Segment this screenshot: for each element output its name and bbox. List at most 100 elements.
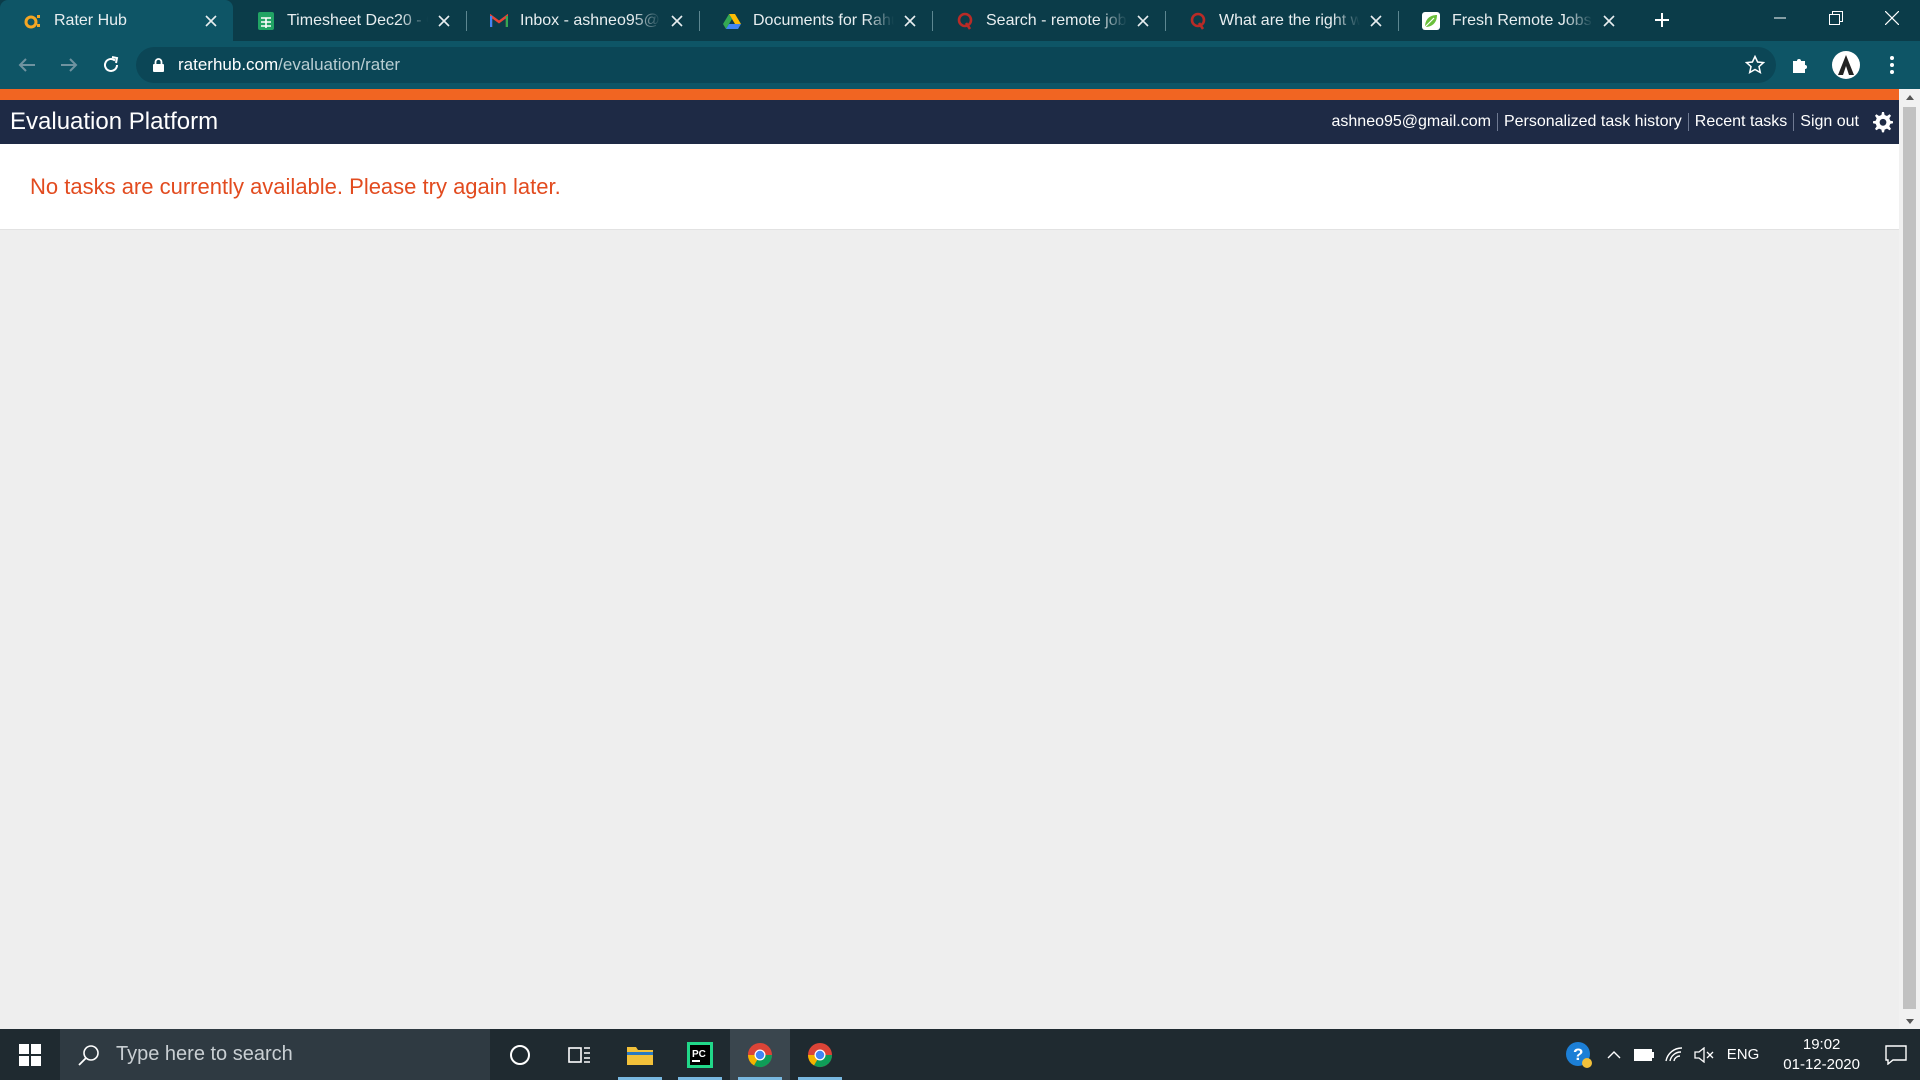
sign-out-link[interactable]: Sign out	[1794, 113, 1865, 131]
search-icon	[76, 1042, 102, 1068]
url-path: /evaluation/rater	[278, 55, 401, 74]
tab-title: What are the right way	[1219, 11, 1360, 29]
taskbar-search[interactable]: Type here to search	[60, 1029, 490, 1080]
start-button[interactable]	[0, 1029, 60, 1080]
tab-title: Timesheet Dec20 - Google Sheets	[287, 11, 428, 29]
window-controls	[1752, 0, 1920, 36]
gear-icon[interactable]	[1869, 109, 1895, 135]
close-icon[interactable]	[1133, 11, 1153, 31]
cortana-circle-icon	[510, 1044, 530, 1065]
browser-toolbar: raterhub.com/evaluation/rater	[0, 41, 1920, 89]
close-icon[interactable]	[1599, 11, 1619, 31]
new-tab-button[interactable]	[1645, 3, 1679, 37]
wifi-icon[interactable]	[1659, 1029, 1689, 1080]
chrome-icon	[808, 1042, 832, 1067]
windows-taskbar: Type here to search PC ? ENG 19:02 01-12…	[0, 1029, 1920, 1080]
task-view-icon	[568, 1046, 590, 1063]
volume-muted-icon[interactable]	[1689, 1029, 1719, 1080]
forward-arrow-icon	[61, 58, 78, 72]
tab-title: Rater Hub	[54, 11, 127, 29]
clock-time: 19:02	[1802, 1035, 1841, 1053]
restore-icon	[1829, 11, 1843, 25]
close-icon	[1885, 11, 1899, 25]
close-icon[interactable]	[667, 11, 687, 31]
tab-timesheet[interactable]: Timesheet Dec20 - Google Sheets	[233, 0, 466, 41]
browser-menu-kebab-icon[interactable]	[1874, 47, 1910, 83]
file-explorer-app[interactable]	[610, 1029, 670, 1080]
close-icon[interactable]	[1366, 11, 1386, 31]
tab-title: Fresh Remote Jobs Any	[1452, 11, 1593, 29]
profile-button[interactable]	[1828, 47, 1864, 83]
no-tasks-message: No tasks are currently available. Please…	[30, 174, 561, 199]
leaf-icon	[1422, 11, 1440, 30]
close-window-button[interactable]	[1864, 0, 1920, 36]
browser-tabstrip: Rater Hub Timesheet Dec20 - Google Sheet…	[0, 0, 1920, 41]
tab-gmail[interactable]: Inbox - ashneo95@gmail.com	[466, 0, 699, 41]
restore-button[interactable]	[1808, 0, 1864, 36]
google-sheets-icon	[257, 11, 275, 30]
page-scrollbar[interactable]	[1899, 89, 1920, 1029]
tab-search-remote-jobs[interactable]: Search - remote jobs in	[932, 0, 1165, 41]
close-icon[interactable]	[201, 11, 221, 31]
user-email-link[interactable]: ashneo95@gmail.com	[1326, 113, 1497, 131]
scroll-down-icon[interactable]	[1899, 1013, 1920, 1029]
bookmark-star-icon[interactable]	[1744, 54, 1766, 76]
windows-logo-icon	[19, 1043, 41, 1066]
avatar	[1832, 51, 1860, 79]
tab-fresh-remote-jobs[interactable]: Fresh Remote Jobs Any	[1398, 0, 1631, 41]
forward-button[interactable]	[52, 48, 86, 82]
clock[interactable]: 19:02 01-12-2020	[1771, 1035, 1872, 1075]
tab-title: Inbox - ashneo95@gmail.com	[520, 11, 661, 29]
plus-icon	[1655, 13, 1669, 27]
minimize-icon	[1774, 17, 1786, 19]
tab-right-way[interactable]: What are the right way	[1165, 0, 1398, 41]
pycharm-app[interactable]: PC	[670, 1029, 730, 1080]
notice-panel: No tasks are currently available. Please…	[0, 144, 1899, 230]
page-title: Evaluation Platform	[10, 108, 219, 135]
web-page: Evaluation Platform ashneo95@gmail.com P…	[0, 89, 1899, 1029]
show-hidden-icons-chevron-icon[interactable]	[1599, 1029, 1629, 1080]
chrome-app-second[interactable]	[790, 1029, 850, 1080]
close-icon[interactable]	[900, 11, 920, 31]
minimize-button[interactable]	[1752, 0, 1808, 36]
file-explorer-folder-icon	[627, 1046, 653, 1065]
cortana-button[interactable]	[490, 1029, 550, 1080]
pycharm-icon: PC	[687, 1041, 713, 1068]
scroll-up-icon[interactable]	[1899, 89, 1920, 105]
reload-button[interactable]	[94, 48, 128, 82]
svg-text:PC: PC	[692, 1049, 706, 1060]
address-bar[interactable]: raterhub.com/evaluation/rater	[136, 47, 1776, 83]
recent-tasks-link[interactable]: Recent tasks	[1689, 113, 1793, 131]
app-header: Evaluation Platform ashneo95@gmail.com P…	[0, 100, 1899, 144]
help-question-icon[interactable]: ?	[1559, 1029, 1599, 1080]
action-center-button[interactable]	[1872, 1029, 1920, 1080]
chrome-icon	[748, 1042, 772, 1067]
reload-icon	[104, 56, 119, 72]
tab-title: Search - remote jobs in	[986, 11, 1127, 29]
close-icon[interactable]	[434, 11, 454, 31]
tab-documents[interactable]: Documents for Rahul C	[699, 0, 932, 41]
search-placeholder: Type here to search	[116, 1043, 293, 1065]
url-text: raterhub.com/evaluation/rater	[178, 55, 400, 75]
quora-icon	[956, 12, 974, 30]
task-history-link[interactable]: Personalized task history	[1498, 113, 1688, 131]
extensions-puzzle-icon[interactable]	[1782, 47, 1818, 83]
battery-icon[interactable]	[1629, 1029, 1659, 1080]
chrome-app-active[interactable]	[730, 1029, 790, 1080]
header-nav: ashneo95@gmail.com Personalized task his…	[1326, 109, 1900, 135]
language-indicator[interactable]: ENG	[1719, 1046, 1772, 1063]
raterhub-favicon-icon	[24, 12, 42, 30]
task-view-button[interactable]	[550, 1029, 610, 1080]
tab-rater-hub[interactable]: Rater Hub	[0, 0, 233, 41]
toolbar-right	[1782, 47, 1910, 83]
back-arrow-icon	[18, 58, 35, 72]
quora-icon	[1189, 12, 1207, 30]
back-button[interactable]	[10, 48, 44, 82]
svg-text:?: ?	[1573, 1045, 1583, 1064]
url-host: raterhub.com	[178, 55, 279, 74]
notification-icon	[1885, 1044, 1907, 1065]
tab-title: Documents for Rahul C	[753, 11, 894, 29]
clock-date: 01-12-2020	[1783, 1055, 1860, 1073]
scroll-thumb[interactable]	[1903, 107, 1916, 1009]
lock-icon	[150, 57, 166, 73]
